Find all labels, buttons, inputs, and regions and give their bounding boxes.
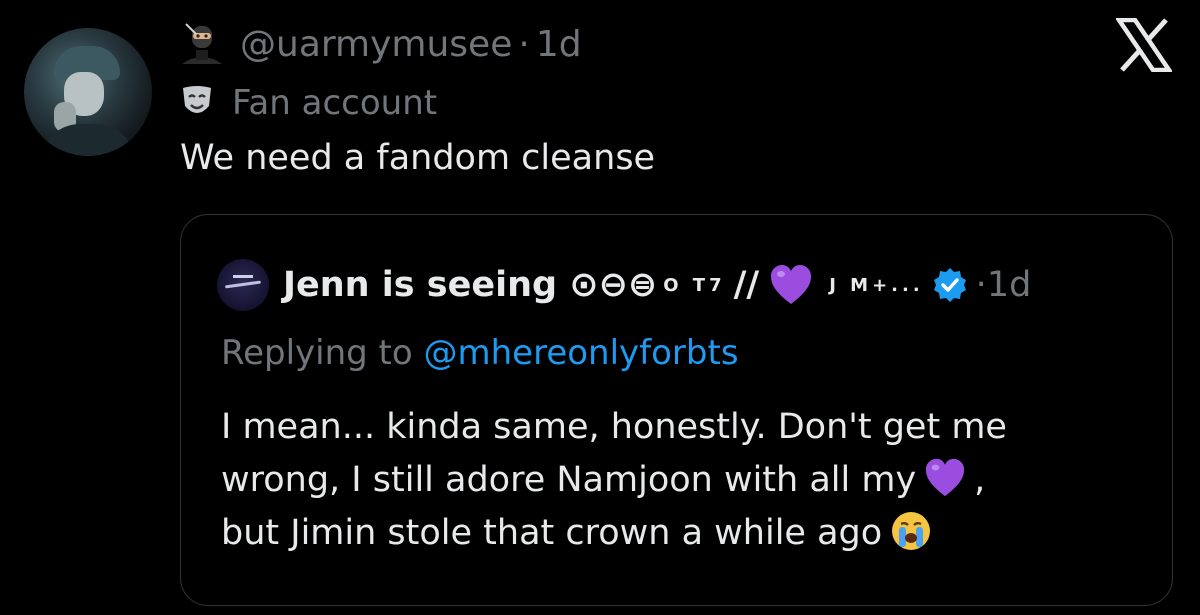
quoted-name-tail: J M+... — [829, 274, 924, 296]
tweet-text: We need a fandom cleanse — [180, 138, 656, 178]
tweet-time[interactable]: 1d — [536, 24, 582, 65]
quoted-body-segment: wrong, I still adore Namjoon with all my — [221, 460, 917, 500]
quoted-tweet-card[interactable]: Jenn is seeing ⊙⊖⊜ O T7 // J M+... ·1d R… — [180, 214, 1173, 606]
avatar-crown-shape — [233, 265, 253, 278]
author-avatar[interactable] — [24, 28, 152, 156]
author-handle[interactable]: @uarmymusee — [240, 24, 512, 65]
quoted-body-segment: but Jimin stole that crown a while ago — [221, 513, 883, 553]
handle-separator: · — [518, 23, 530, 65]
quoted-separator: · — [975, 265, 987, 305]
quoted-body-line: I mean... kinda same, honestly. Don't ge… — [221, 407, 1007, 447]
x-logo-icon — [1116, 18, 1172, 72]
quoted-display-name[interactable]: Jenn is seeing ⊙⊖⊜ — [283, 265, 657, 305]
quoted-name-superscript: O T7 — [663, 274, 726, 296]
avatar-script-shape — [224, 280, 262, 289]
verified-badge-icon — [933, 268, 966, 302]
replying-to-line: Replying to @mhereonlyforbts — [221, 333, 739, 373]
tweet-header: @uarmymusee · 1d — [178, 16, 582, 72]
loudly-crying-face-icon — [892, 512, 931, 550]
ninja-icon — [182, 23, 222, 64]
quoted-avatar[interactable] — [217, 259, 269, 311]
quoted-tweet-text: I mean... kinda same, honestly. Don't ge… — [221, 401, 1151, 560]
replying-prefix: Replying to — [221, 333, 413, 373]
author-handle-line: @uarmymusee · 1d — [240, 24, 582, 65]
fan-account-label: Fan account — [232, 83, 438, 123]
quoted-body-comma: , — [974, 460, 986, 500]
quoted-body-line: but Jimin stole that crown a while ago — [221, 507, 1151, 560]
performing-arts-mask-icon — [183, 86, 211, 113]
quoted-body-line: wrong, I still adore Namjoon with all my… — [221, 454, 1151, 507]
quoted-name-slash: // — [733, 265, 760, 305]
account-label-row: Fan account — [180, 78, 437, 128]
quoted-time-line: ·1d — [976, 265, 1032, 305]
avatar-body-shape — [40, 124, 136, 156]
quoted-time[interactable]: 1d — [987, 265, 1032, 305]
purple-heart-icon — [771, 265, 812, 304]
replying-mention-link[interactable]: @mhereonlyforbts — [424, 333, 739, 373]
quoted-header: Jenn is seeing ⊙⊖⊜ O T7 // J M+... ·1d — [217, 255, 1031, 315]
purple-heart-icon — [926, 458, 965, 497]
